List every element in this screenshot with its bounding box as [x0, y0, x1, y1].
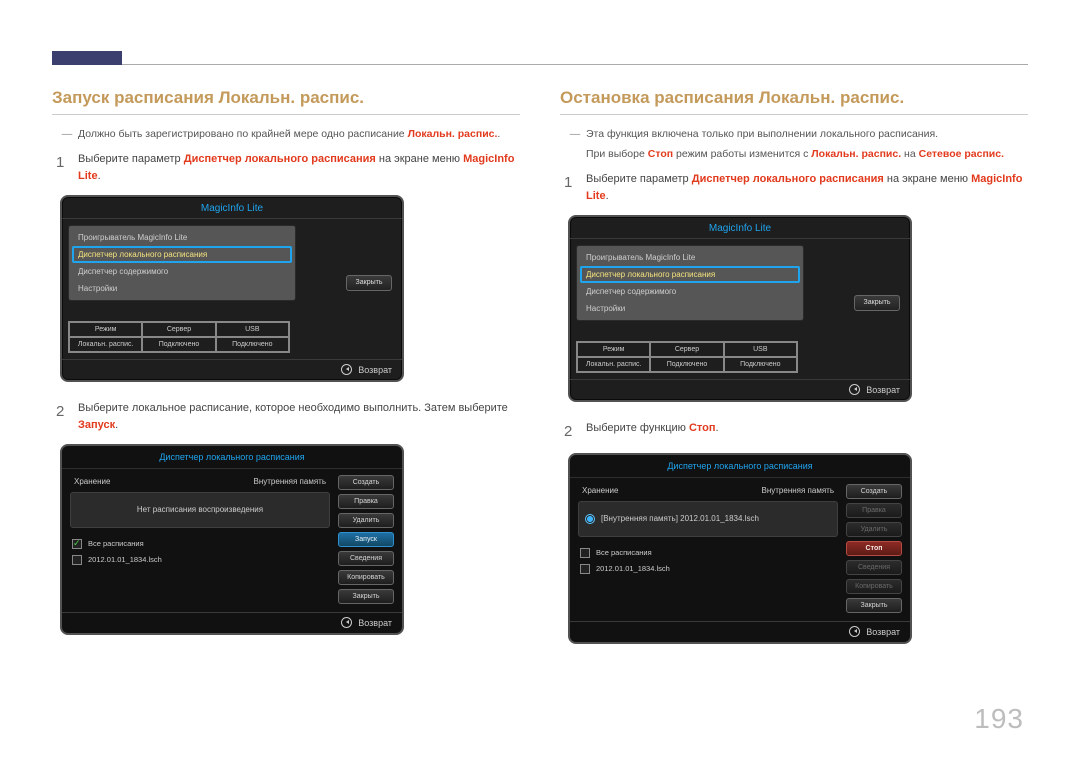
magicinfo-menu-panel: MagicInfo Lite Проигрыватель MagicInfo L… [60, 195, 404, 382]
close-button[interactable]: Закрыть [346, 275, 392, 291]
schedule-panel: Диспетчер локального расписания Хранение… [568, 453, 912, 644]
grid-cell: Подключено [216, 337, 289, 352]
checkbox-icon[interactable] [72, 539, 82, 549]
chk-label: Все расписания [88, 539, 144, 548]
grid-cell: USB [216, 322, 289, 337]
side-buttons: Создать Правка Удалить Стоп Сведения Коп… [846, 484, 902, 613]
return-icon [849, 626, 860, 637]
stop-button[interactable]: Стоп [846, 541, 902, 556]
right-step-1: 1 Выберите параметр Диспетчер локального… [564, 171, 1028, 205]
delete-button[interactable]: Удалить [338, 513, 394, 528]
left-heading: Запуск расписания Локальн. распис. [52, 88, 520, 115]
checkbox-icon[interactable] [580, 548, 590, 558]
sched-title: Диспетчер локального расписания [570, 455, 910, 478]
side-buttons: Создать Правка Удалить Запуск Сведения К… [338, 475, 394, 604]
close-button[interactable]: Закрыть [338, 589, 394, 604]
grid-cell: Сервер [142, 322, 215, 337]
return-icon [341, 364, 352, 375]
delete-button: Удалить [846, 522, 902, 537]
edit-button: Правка [846, 503, 902, 518]
close-button[interactable]: Закрыть [854, 295, 900, 311]
copy-button: Копировать [846, 579, 902, 594]
right-note-2: При выборе Стоп режим работы изменится с… [586, 147, 1028, 163]
run-button[interactable]: Запуск [338, 532, 394, 547]
menu-item[interactable]: Настройки [72, 280, 292, 297]
return-label[interactable]: Возврат [866, 385, 900, 395]
magicinfo-menu-panel: MagicInfo Lite Проигрыватель MagicInfo L… [568, 215, 912, 402]
content-box: Нет расписания воспроизведения [70, 492, 330, 528]
left-column: Запуск расписания Локальн. распис. ― Дол… [52, 88, 520, 662]
checkbox-icon[interactable] [580, 564, 590, 574]
menu-list: Проигрыватель MagicInfo Lite Диспетчер л… [576, 245, 804, 321]
schedule-panel: Диспетчер локального расписания Хранение… [60, 444, 404, 635]
chk-label: 2012.01.01_1834.lsch [596, 564, 670, 573]
right-note-1: ―Эта функция включена только при выполне… [564, 127, 1028, 143]
details-button: Сведения [846, 560, 902, 575]
return-label[interactable]: Возврат [866, 627, 900, 637]
return-label[interactable]: Возврат [358, 365, 392, 375]
page-number: 193 [974, 703, 1024, 735]
create-button[interactable]: Создать [338, 475, 394, 490]
menu-item[interactable]: Диспетчер содержимого [580, 283, 800, 300]
create-button[interactable]: Создать [846, 484, 902, 499]
content-box: [Внутренняя память] 2012.01.01_1834.lsch [578, 501, 838, 537]
grid-cell: Режим [577, 342, 650, 357]
menu-list: Проигрыватель MagicInfo Lite Диспетчер л… [68, 225, 296, 301]
edit-button[interactable]: Правка [338, 494, 394, 509]
storage-value: Внутренняя память [254, 477, 326, 486]
return-icon [849, 384, 860, 395]
close-button[interactable]: Закрыть [846, 598, 902, 613]
grid-cell: Локальн. распис. [577, 357, 650, 372]
copy-button[interactable]: Копировать [338, 570, 394, 585]
grid-cell: Режим [69, 322, 142, 337]
menu-item-selected[interactable]: Диспетчер локального расписания [72, 246, 292, 263]
header-chip [52, 51, 122, 65]
panel-title: MagicInfo Lite [570, 217, 910, 239]
grid-cell: Подключено [724, 357, 797, 372]
storage-value: Внутренняя память [762, 486, 834, 495]
menu-item[interactable]: Проигрыватель MagicInfo Lite [72, 229, 292, 246]
panel-title: MagicInfo Lite [62, 197, 402, 219]
grid-cell: Подключено [650, 357, 723, 372]
return-label[interactable]: Возврат [358, 618, 392, 628]
chk-label: 2012.01.01_1834.lsch [88, 555, 162, 564]
details-button[interactable]: Сведения [338, 551, 394, 566]
menu-item[interactable]: Проигрыватель MagicInfo Lite [580, 249, 800, 266]
right-column: Остановка расписания Локальн. распис. ―Э… [560, 88, 1028, 662]
checkbox-icon[interactable] [72, 555, 82, 565]
status-grid: Режим Сервер USB Локальн. распис. Подклю… [576, 341, 798, 373]
right-heading: Остановка расписания Локальн. распис. [560, 88, 1028, 115]
grid-cell: USB [724, 342, 797, 357]
left-note: ― Должно быть зарегистрировано по крайне… [56, 127, 520, 143]
radio-icon [585, 514, 595, 524]
right-step-2: 2 Выберите функцию Стоп. [564, 420, 1028, 443]
return-icon [341, 617, 352, 628]
sched-title: Диспетчер локального расписания [62, 446, 402, 469]
grid-cell: Сервер [650, 342, 723, 357]
left-step-2: 2 Выберите локальное расписание, которое… [56, 400, 520, 434]
storage-label: Хранение [74, 477, 110, 486]
menu-item[interactable]: Диспетчер содержимого [72, 263, 292, 280]
left-step-1: 1 Выберите параметр Диспетчер локального… [56, 151, 520, 185]
storage-label: Хранение [582, 486, 618, 495]
menu-item-selected[interactable]: Диспетчер локального расписания [580, 266, 800, 283]
chk-label: Все расписания [596, 548, 652, 557]
grid-cell: Локальн. распис. [69, 337, 142, 352]
header-rule [52, 52, 1028, 65]
status-grid: Режим Сервер USB Локальн. распис. Подклю… [68, 321, 290, 353]
grid-cell: Подключено [142, 337, 215, 352]
menu-item[interactable]: Настройки [580, 300, 800, 317]
